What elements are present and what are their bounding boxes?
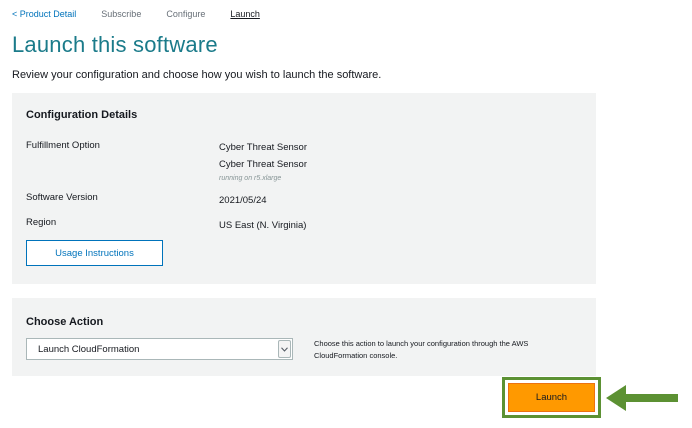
software-version-label: Software Version <box>26 192 98 203</box>
fulfillment-option-value: Cyber Threat Sensor <box>219 142 308 153</box>
configuration-details-heading: Configuration Details <box>26 109 138 121</box>
fulfillment-option-product: Cyber Threat Sensor <box>219 159 308 170</box>
chevron-down-icon[interactable] <box>278 340 291 358</box>
launch-button[interactable]: Launch <box>508 383 595 412</box>
usage-instructions-button[interactable]: Usage Instructions <box>26 240 163 266</box>
choose-action-panel: Choose Action Launch CloudFormation Choo… <box>12 298 596 376</box>
fulfillment-option-label: Fulfillment Option <box>26 140 100 151</box>
breadcrumb-product-detail[interactable]: < Product Detail <box>12 9 76 19</box>
arrow-left-icon <box>606 385 678 411</box>
instance-type-note: running on r5.xlarge <box>219 175 282 182</box>
breadcrumb-subscribe[interactable]: Subscribe <box>101 9 141 19</box>
launch-button-highlight: Launch <box>502 377 601 418</box>
software-version-value: 2021/05/24 <box>219 195 267 206</box>
choose-action-help-text: Choose this action to launch your config… <box>314 339 529 360</box>
breadcrumb-configure[interactable]: Configure <box>166 9 205 19</box>
breadcrumb: < Product Detail Subscribe Configure Lau… <box>12 9 285 19</box>
breadcrumb-launch: Launch <box>230 9 260 19</box>
configuration-details-panel: Configuration Details Fulfillment Option… <box>12 93 596 284</box>
page-subtitle: Review your configuration and choose how… <box>12 69 382 81</box>
region-label: Region <box>26 217 57 228</box>
choose-action-select-value: Launch CloudFormation <box>38 343 140 355</box>
choose-action-select[interactable]: Launch CloudFormation <box>26 338 293 360</box>
choose-action-heading: Choose Action <box>26 316 104 328</box>
region-value: US East (N. Virginia) <box>219 220 307 231</box>
page-title: Launch this software <box>12 32 218 57</box>
